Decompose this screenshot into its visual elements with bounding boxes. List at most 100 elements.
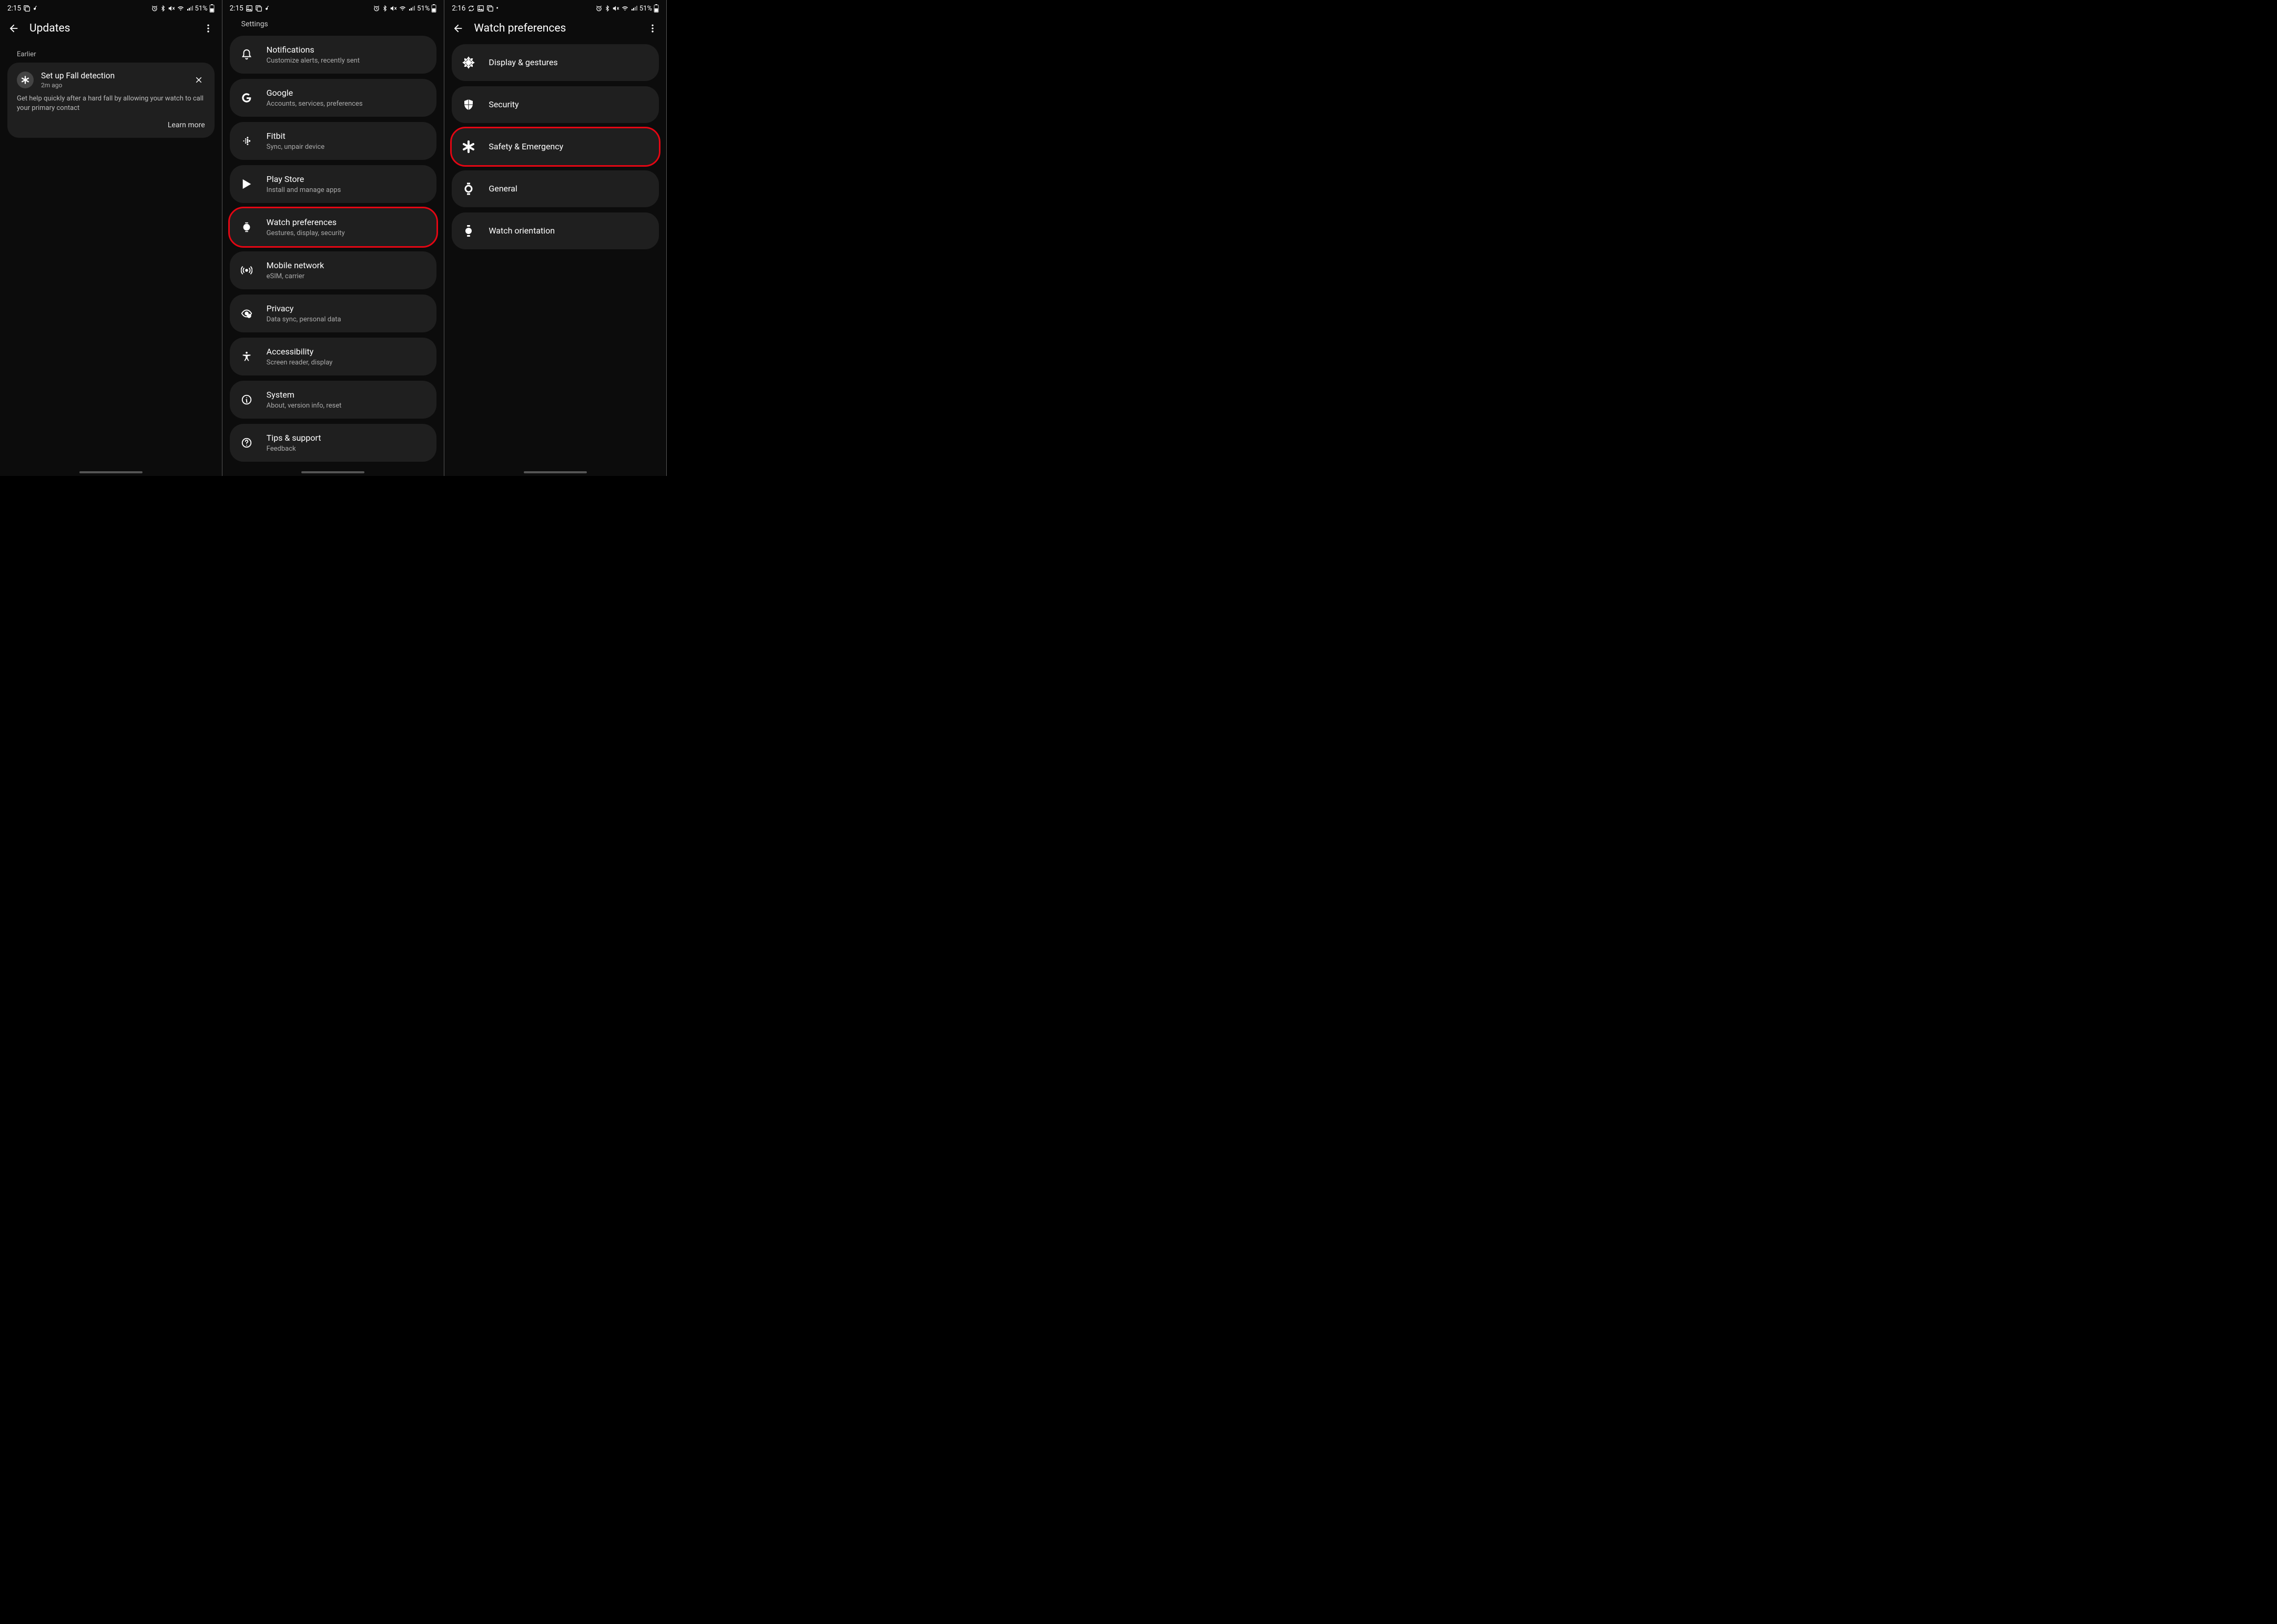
google-g-icon [239, 90, 254, 105]
status-time: 2:16 [452, 4, 465, 13]
list-item-title: Google [267, 88, 428, 98]
antenna-icon [239, 263, 254, 278]
page-title: Updates [29, 22, 202, 35]
page-title: Watch preferences [474, 22, 646, 35]
more-vert-icon [203, 23, 214, 34]
notification-card-fall-detection[interactable]: Set up Fall detection 2m ago Get help qu… [7, 63, 215, 138]
list-item-subtitle: Accounts, services, preferences [267, 100, 428, 108]
settings-item-mobile-network[interactable]: Mobile network eSIM, carrier [230, 251, 437, 289]
settings-item-system[interactable]: System About, version info, reset [230, 381, 437, 419]
signal-icon [186, 5, 194, 12]
mute-icon [168, 5, 175, 12]
card-timestamp: 2m ago [41, 82, 185, 89]
bluetooth-icon [160, 5, 166, 12]
card-title: Set up Fall detection [41, 71, 185, 80]
settings-item-google[interactable]: Google Accounts, services, preferences [230, 79, 437, 117]
music-note-icon [33, 5, 39, 12]
pref-item-watch-orientation[interactable]: Watch orientation [452, 212, 659, 249]
help-icon [239, 435, 254, 450]
nav-gesture-bar[interactable] [524, 471, 587, 473]
status-time: 2:15 [7, 4, 21, 13]
sync-icon [467, 5, 475, 12]
alarm-icon [151, 5, 158, 12]
battery-icon [209, 4, 215, 13]
nav-gesture-bar[interactable] [301, 471, 364, 473]
screenshot-icon [23, 5, 31, 12]
page-header: Updates [0, 15, 222, 44]
bluetooth-icon [382, 5, 388, 12]
pref-item-general[interactable]: General [452, 170, 659, 207]
battery-icon [431, 4, 436, 13]
pref-item-display-gestures[interactable]: Display & gestures [452, 44, 659, 81]
list-item-title: Accessibility [267, 347, 428, 357]
battery-percent: 51% [195, 5, 208, 13]
accessibility-icon [239, 349, 254, 364]
fitbit-icon [239, 134, 254, 148]
list-item-title: Security [489, 99, 649, 110]
screen-updates: 2:15 51% Updates Earlier [0, 0, 222, 476]
settings-item-watch-preferences[interactable]: Watch preferences Gestures, display, sec… [230, 208, 437, 246]
screen-settings: 2:15 51% Settings Notifications Customiz… [222, 0, 445, 476]
status-bar: 2:16 • 51% [444, 0, 666, 15]
privacy-eye-icon [239, 306, 254, 321]
screen-watch-preferences: 2:16 • 51% Watch preferences [444, 0, 667, 476]
pref-item-safety-emergency[interactable]: Safety & Emergency [452, 128, 659, 165]
settings-item-play-store[interactable]: Play Store Install and manage apps [230, 165, 437, 203]
music-note-icon [265, 5, 271, 12]
asterisk-icon [461, 139, 476, 154]
close-icon [194, 75, 204, 85]
card-learn-more-link[interactable]: Learn more [17, 121, 205, 129]
list-item-title: Watch preferences [267, 217, 428, 228]
list-item-title: Watch orientation [489, 226, 649, 236]
card-body-text: Get help quickly after a hard fall by al… [17, 94, 205, 113]
wifi-icon [177, 5, 185, 12]
asterisk-icon [21, 75, 30, 85]
arrow-left-icon [452, 23, 464, 34]
watch-icon [239, 220, 254, 235]
list-item-subtitle: Gestures, display, security [267, 229, 428, 237]
settings-breadcrumb[interactable]: Settings [222, 15, 444, 36]
list-item-title: Mobile network [267, 260, 428, 271]
nav-gesture-bar[interactable] [79, 471, 143, 473]
list-item-subtitle: About, version info, reset [267, 402, 428, 410]
arrow-left-icon [8, 23, 19, 34]
list-item-title: General [489, 184, 649, 194]
fall-detection-avatar [17, 72, 34, 88]
image-icon [477, 5, 484, 12]
info-icon [239, 392, 254, 407]
play-store-icon [239, 177, 254, 191]
bell-icon [239, 47, 254, 62]
settings-item-privacy[interactable]: Privacy Data sync, personal data [230, 295, 437, 332]
back-button[interactable] [452, 22, 464, 35]
list-item-title: Fitbit [267, 131, 428, 141]
list-item-subtitle: Feedback [267, 445, 428, 453]
overflow-menu-button[interactable] [202, 22, 215, 35]
overflow-dot: • [496, 4, 499, 13]
status-time: 2:15 [230, 4, 243, 13]
status-bar: 2:15 51% [0, 0, 222, 15]
shield-icon [461, 97, 476, 112]
back-button[interactable] [7, 22, 20, 35]
list-item-title: Play Store [267, 174, 428, 185]
list-item-title: Tips & support [267, 433, 428, 443]
settings-item-fitbit[interactable]: Fitbit Sync, unpair device [230, 122, 437, 160]
settings-item-notifications[interactable]: Notifications Customize alerts, recently… [230, 36, 437, 74]
pref-item-security[interactable]: Security [452, 86, 659, 123]
list-item-title: Notifications [267, 45, 428, 55]
list-item-title: Privacy [267, 303, 428, 314]
list-item-subtitle: Sync, unpair device [267, 143, 428, 151]
mute-icon [612, 5, 619, 12]
settings-item-accessibility[interactable]: Accessibility Screen reader, display [230, 338, 437, 375]
card-close-button[interactable] [192, 74, 205, 86]
list-item-title: Safety & Emergency [489, 141, 649, 152]
section-label-earlier: Earlier [0, 50, 222, 63]
page-header: Watch preferences [444, 15, 666, 44]
signal-icon [631, 5, 638, 12]
image-icon [246, 5, 253, 12]
settings-list: Notifications Customize alerts, recently… [222, 36, 444, 462]
more-vert-icon [647, 23, 658, 34]
overflow-menu-button[interactable] [646, 22, 659, 35]
bluetooth-icon [604, 5, 611, 12]
wifi-icon [621, 5, 629, 12]
settings-item-tips-support[interactable]: Tips & support Feedback [230, 424, 437, 462]
